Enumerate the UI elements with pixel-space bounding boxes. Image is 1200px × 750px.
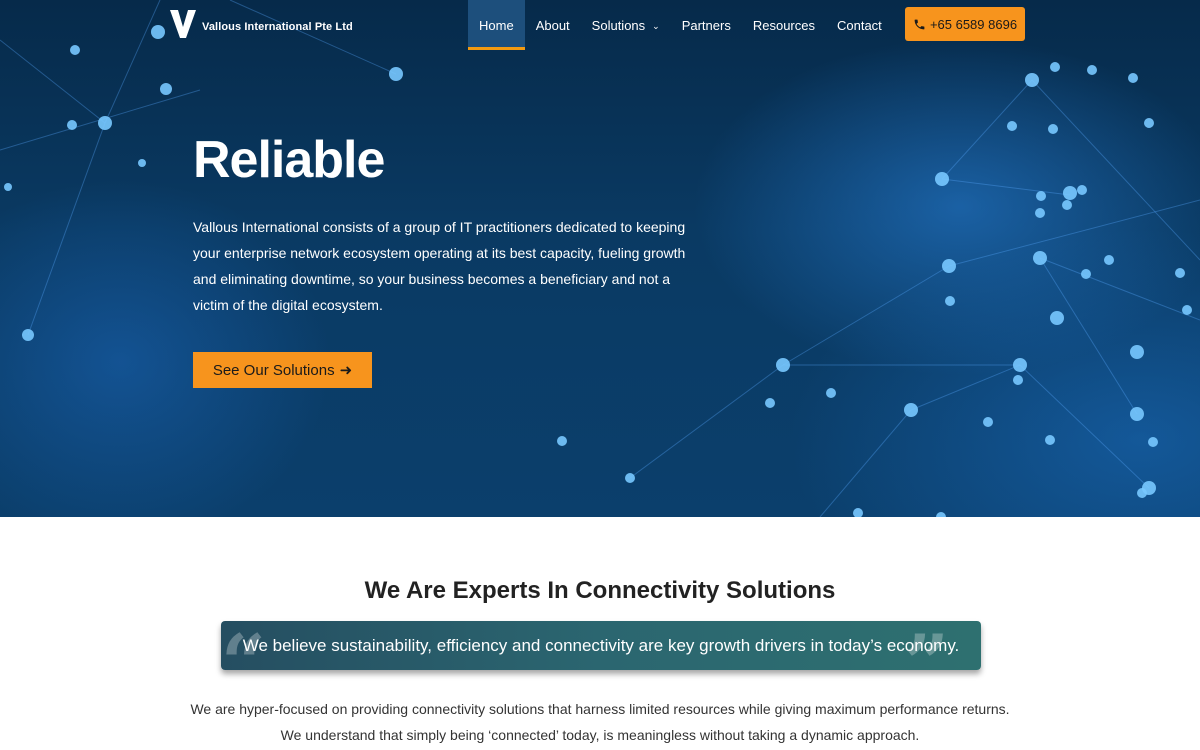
close-quote-icon: ” bbox=[904, 621, 949, 671]
nav-partners-label: Partners bbox=[681, 17, 731, 33]
nav-contact[interactable]: Contact bbox=[826, 0, 893, 50]
logo-text: Vallous International Pte Ltd bbox=[202, 21, 353, 33]
cta-label: See Our Solutions bbox=[212, 361, 335, 379]
main-nav: Home About Solutions ⌄ Partners Resource… bbox=[468, 0, 893, 50]
nav-partners[interactable]: Partners bbox=[671, 0, 742, 50]
nav-home-label: Home bbox=[479, 17, 514, 33]
section-title: We Are Experts In Connectivity Solutions bbox=[364, 577, 836, 604]
logo-v-icon bbox=[170, 10, 196, 38]
phone-button[interactable]: +65 6589 8696 bbox=[905, 7, 1025, 41]
see-solutions-button[interactable]: See Our Solutions ➜ bbox=[193, 352, 372, 388]
nav-resources-label: Resources bbox=[752, 17, 815, 33]
hero-banner: Vallous International Pte Ltd Home About… bbox=[0, 0, 1200, 517]
nav-home[interactable]: Home bbox=[468, 0, 525, 50]
nav-contact-label: Contact bbox=[836, 17, 882, 33]
hero-title: Reliable bbox=[193, 131, 385, 189]
intro-line-2: We understand that simply being ‘connect… bbox=[280, 727, 920, 743]
hero-description: Vallous International consists of a grou… bbox=[193, 219, 686, 313]
nav-resources[interactable]: Resources bbox=[742, 0, 826, 50]
nav-solutions-label: Solutions bbox=[591, 17, 646, 33]
intro-line-1: We are hyper-focused on providing connec… bbox=[190, 701, 1010, 717]
logo[interactable]: Vallous International Pte Ltd bbox=[170, 10, 353, 38]
nav-solutions[interactable]: Solutions ⌄ bbox=[581, 0, 671, 50]
phone-icon bbox=[914, 19, 925, 29]
nav-about-label: About bbox=[535, 17, 570, 33]
arrow-right-icon: ➜ bbox=[339, 362, 353, 379]
chevron-down-icon: ⌄ bbox=[652, 20, 660, 31]
intro-paragraph: We are hyper-focused on providing connec… bbox=[0, 696, 1200, 748]
quote-banner: “ We believe sustainability, efficiency … bbox=[221, 621, 981, 670]
nav-about[interactable]: About bbox=[525, 0, 581, 50]
quote-text: We believe sustainability, efficiency an… bbox=[242, 635, 960, 655]
phone-number: +65 6589 8696 bbox=[929, 16, 1018, 32]
